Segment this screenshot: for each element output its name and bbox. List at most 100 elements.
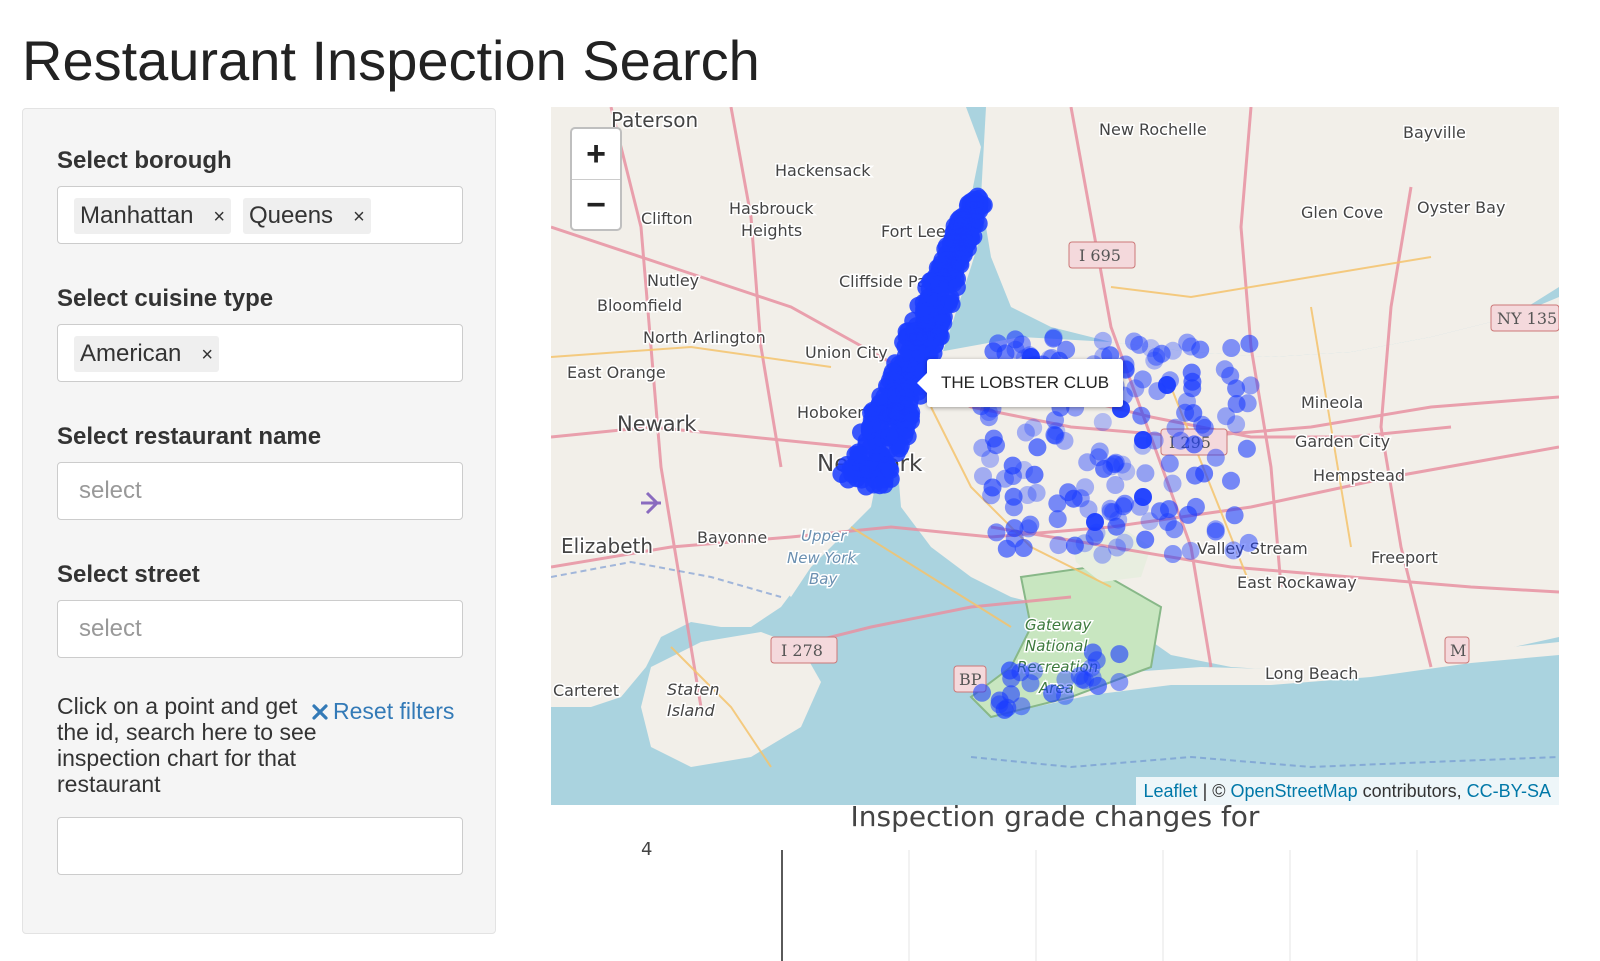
- restaurant-marker[interactable]: [973, 683, 991, 702]
- restaurant-marker[interactable]: [862, 416, 881, 435]
- restaurant-marker[interactable]: [1183, 379, 1202, 398]
- restaurant-marker[interactable]: [1225, 506, 1244, 525]
- restaurant-marker[interactable]: [1222, 339, 1241, 357]
- restaurant-marker[interactable]: [1134, 431, 1152, 449]
- restaurant-marker[interactable]: [1160, 454, 1179, 473]
- restaurant-marker[interactable]: [843, 465, 862, 484]
- restaurant-marker[interactable]: [1178, 333, 1197, 352]
- restaurant-marker[interactable]: [1093, 331, 1112, 350]
- restaurant-marker[interactable]: [1134, 488, 1152, 506]
- restaurant-marker[interactable]: [1163, 545, 1182, 563]
- restaurant-marker[interactable]: [909, 328, 928, 347]
- zoom-out-button[interactable]: −: [572, 180, 620, 230]
- reset-filters-link[interactable]: Reset filters: [311, 698, 454, 725]
- restaurant-marker[interactable]: [859, 460, 878, 479]
- restaurant-marker[interactable]: [997, 539, 1016, 558]
- restaurant-marker[interactable]: [1132, 406, 1151, 425]
- cuisine-select[interactable]: American ×: [57, 324, 463, 382]
- restaurant-marker[interactable]: [1047, 422, 1066, 441]
- restaurant-marker[interactable]: [938, 251, 957, 270]
- restaurant-marker[interactable]: [1107, 517, 1126, 536]
- restaurant-marker[interactable]: [990, 691, 1009, 710]
- restaurant-marker[interactable]: [982, 486, 1001, 505]
- restaurant-marker[interactable]: [1028, 438, 1047, 457]
- restaurant-marker[interactable]: [1108, 538, 1126, 557]
- restaurant-marker[interactable]: [870, 476, 889, 495]
- restaurant-marker[interactable]: [1059, 483, 1078, 502]
- restaurant-marker[interactable]: [1206, 448, 1225, 467]
- restaurant-marker[interactable]: [1043, 684, 1062, 703]
- restaurant-marker[interactable]: [1158, 376, 1176, 394]
- restaurant-marker[interactable]: [1049, 536, 1068, 555]
- restaurant-marker[interactable]: [1193, 415, 1212, 434]
- restaurant-marker[interactable]: [1239, 533, 1258, 552]
- restaurant-map[interactable]: Paterson New Rochelle Bayville Hackensac…: [551, 107, 1559, 805]
- restaurant-marker[interactable]: [1110, 673, 1129, 691]
- restaurant-marker[interactable]: [1140, 512, 1159, 531]
- restaurant-marker[interactable]: [871, 387, 890, 406]
- zoom-in-button[interactable]: +: [572, 129, 620, 180]
- restaurant-marker[interactable]: [930, 275, 949, 294]
- restaurant-marker[interactable]: [1018, 486, 1037, 504]
- restaurant-marker[interactable]: [1106, 453, 1125, 472]
- restaurant-marker[interactable]: [1021, 515, 1040, 534]
- restaurant-marker[interactable]: [1163, 474, 1182, 493]
- restaurant-marker[interactable]: [1106, 476, 1125, 494]
- borough-select[interactable]: Manhattan × Queens ×: [57, 186, 463, 244]
- restaurant-marker[interactable]: [1237, 439, 1256, 458]
- restaurant-marker[interactable]: [1076, 478, 1095, 497]
- street-select[interactable]: select: [57, 600, 463, 658]
- restaurant-marker[interactable]: [1014, 539, 1033, 557]
- restaurant-marker[interactable]: [1136, 530, 1155, 549]
- remove-icon[interactable]: ×: [213, 206, 225, 228]
- restaurant-marker[interactable]: [898, 427, 917, 446]
- restaurant-marker[interactable]: [1186, 497, 1205, 516]
- restaurant-marker[interactable]: [987, 523, 1006, 542]
- restaurant-marker[interactable]: [1240, 334, 1259, 353]
- restaurant-marker[interactable]: [1141, 339, 1160, 358]
- restaurant-marker[interactable]: [973, 438, 992, 457]
- restaurant-marker[interactable]: [1224, 541, 1243, 560]
- restaurant-marker[interactable]: [883, 362, 902, 381]
- restaurant-marker[interactable]: [1004, 498, 1023, 517]
- restaurant-marker[interactable]: [1101, 499, 1120, 518]
- restaurant-name-select[interactable]: select: [57, 462, 463, 520]
- restaurant-marker[interactable]: [1217, 407, 1236, 426]
- restaurant-marker[interactable]: [1206, 522, 1225, 541]
- restaurant-marker[interactable]: [1025, 662, 1043, 681]
- restaurant-marker[interactable]: [1025, 465, 1044, 484]
- restaurant-marker[interactable]: [1089, 448, 1108, 467]
- restaurant-id-input[interactable]: [57, 817, 463, 875]
- restaurant-marker[interactable]: [1125, 332, 1143, 351]
- restaurant-marker[interactable]: [1086, 513, 1104, 531]
- restaurant-marker[interactable]: [1048, 510, 1067, 529]
- restaurant-marker[interactable]: [1165, 520, 1184, 539]
- restaurant-marker[interactable]: [1186, 466, 1204, 485]
- restaurant-marker[interactable]: [1016, 423, 1035, 442]
- restaurant-marker[interactable]: [1087, 651, 1106, 670]
- restaurant-marker[interactable]: [916, 302, 935, 321]
- license-link[interactable]: CC-BY-SA: [1467, 781, 1551, 801]
- restaurant-marker[interactable]: [1182, 363, 1201, 382]
- restaurant-marker[interactable]: [1002, 669, 1021, 688]
- restaurant-marker[interactable]: [1181, 541, 1200, 560]
- restaurant-marker[interactable]: [1241, 376, 1260, 395]
- restaurant-marker[interactable]: [1126, 379, 1145, 398]
- restaurant-marker[interactable]: [1065, 536, 1084, 555]
- restaurant-marker[interactable]: [1093, 413, 1112, 431]
- restaurant-marker[interactable]: [895, 382, 914, 401]
- restaurant-marker[interactable]: [1222, 471, 1240, 490]
- restaurant-marker[interactable]: [1073, 670, 1092, 689]
- remove-icon[interactable]: ×: [201, 344, 213, 366]
- restaurant-marker[interactable]: [878, 456, 897, 475]
- remove-icon[interactable]: ×: [353, 206, 365, 228]
- restaurant-marker[interactable]: [1136, 464, 1155, 483]
- leaflet-link[interactable]: Leaflet: [1144, 781, 1198, 801]
- restaurant-marker[interactable]: [1215, 360, 1234, 379]
- restaurant-marker[interactable]: [953, 233, 972, 252]
- basemap[interactable]: Paterson New Rochelle Bayville Hackensac…: [551, 107, 1559, 805]
- osm-link[interactable]: OpenStreetMap: [1231, 781, 1358, 801]
- restaurant-marker[interactable]: [1110, 645, 1129, 664]
- restaurant-marker[interactable]: [1171, 431, 1190, 450]
- restaurant-marker[interactable]: [965, 190, 984, 209]
